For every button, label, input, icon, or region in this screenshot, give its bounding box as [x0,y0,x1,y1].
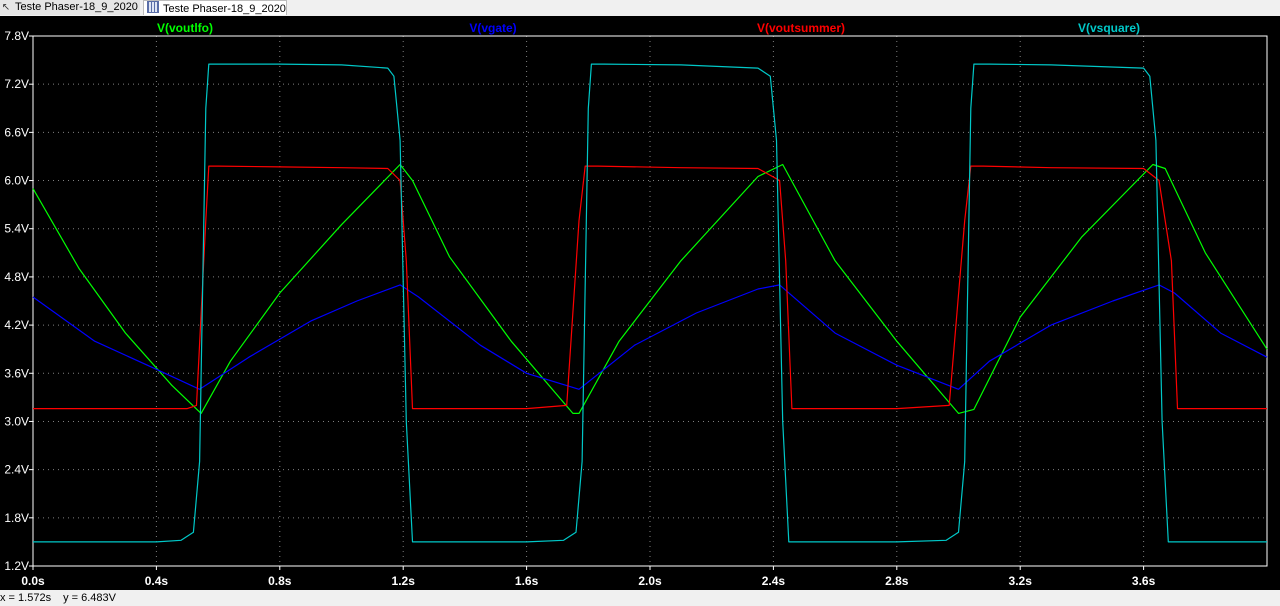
y-tick-label: 4.8V [4,270,29,284]
series-v-voutsummer [33,165,1267,410]
y-tick-label: 7.8V [4,29,29,43]
legend-entry: V(vgate) [469,21,516,35]
y-tick-label: 2.4V [4,463,29,477]
x-tick-label: 3.6s [1132,574,1156,588]
waveform-icon [147,1,159,13]
y-tick-label: 3.6V [4,366,29,380]
tab-waveform[interactable]: Teste Phaser-18_9_2020 [143,0,287,15]
x-tick-label: 2.0s [638,574,662,588]
x-tick-label: 1.2s [392,574,416,588]
legend-entry: V(vsquare) [1078,21,1140,35]
cursor-y-readout: y = 6.483V [63,592,116,604]
x-tick-label: 0.8s [268,574,292,588]
tab-schematic[interactable]: ↖ Teste Phaser-18_9_2020 [0,0,140,15]
probe-icon: ↖ [1,2,11,13]
series-v-vsquare [33,63,1267,543]
tab-label: Teste Phaser-18_9_2020 [163,3,286,15]
plot-pane[interactable]: 1.2V 1.8V 2.4V 3.0V 3.6V 4.2V 4.8V 5.4V 6.0V 6.6V… [0,16,1280,590]
y-tick-label: 1.8V [4,511,29,525]
y-tick-label: 1.2V [4,559,29,573]
y-tick-label: 6.0V [4,174,29,188]
y-tick-label: 6.6V [4,125,29,139]
x-tick-label: 0.4s [145,574,169,588]
y-axis: 1.2V 1.8V 2.4V 3.0V 3.6V 4.2V 4.8V 5.4V 6.0V 6.6V… [4,29,33,573]
series-group [32,63,1268,543]
tab-bar: ↖ Teste Phaser-18_9_2020 Teste Phaser-18_… [0,0,1280,17]
x-tick-label: 1.6s [515,574,539,588]
x-axis: 0.0s 0.4s 0.8s 1.2s 1.6s 2.0s 2.4s 2.8s 3.2s 3.6s [21,566,1156,588]
y-tick-label: 4.2V [4,318,29,332]
cursor-x-readout: x = 1.572s [0,592,52,604]
tab-label: Teste Phaser-18_9_2020 [15,1,138,13]
legend: V(voutlfo) V(vgate) V(voutsummer) V(vsquare… [157,21,1140,35]
legend-entry: V(voutsummer) [757,21,845,35]
y-tick-label: 7.2V [4,77,29,91]
legend-entry: V(voutlfo) [157,21,213,35]
x-tick-label: 2.4s [762,574,786,588]
y-tick-label: 5.4V [4,222,29,236]
x-tick-label: 0.0s [21,574,45,588]
status-bar: x = 1.572s y = 6.483V [0,590,1280,606]
waveform-chart[interactable]: 1.2V 1.8V 2.4V 3.0V 3.6V 4.2V 4.8V 5.4V 6.0V 6.6V… [0,16,1280,590]
x-tick-label: 2.8s [885,574,909,588]
y-tick-label: 3.0V [4,414,29,428]
x-tick-label: 3.2s [1009,574,1033,588]
